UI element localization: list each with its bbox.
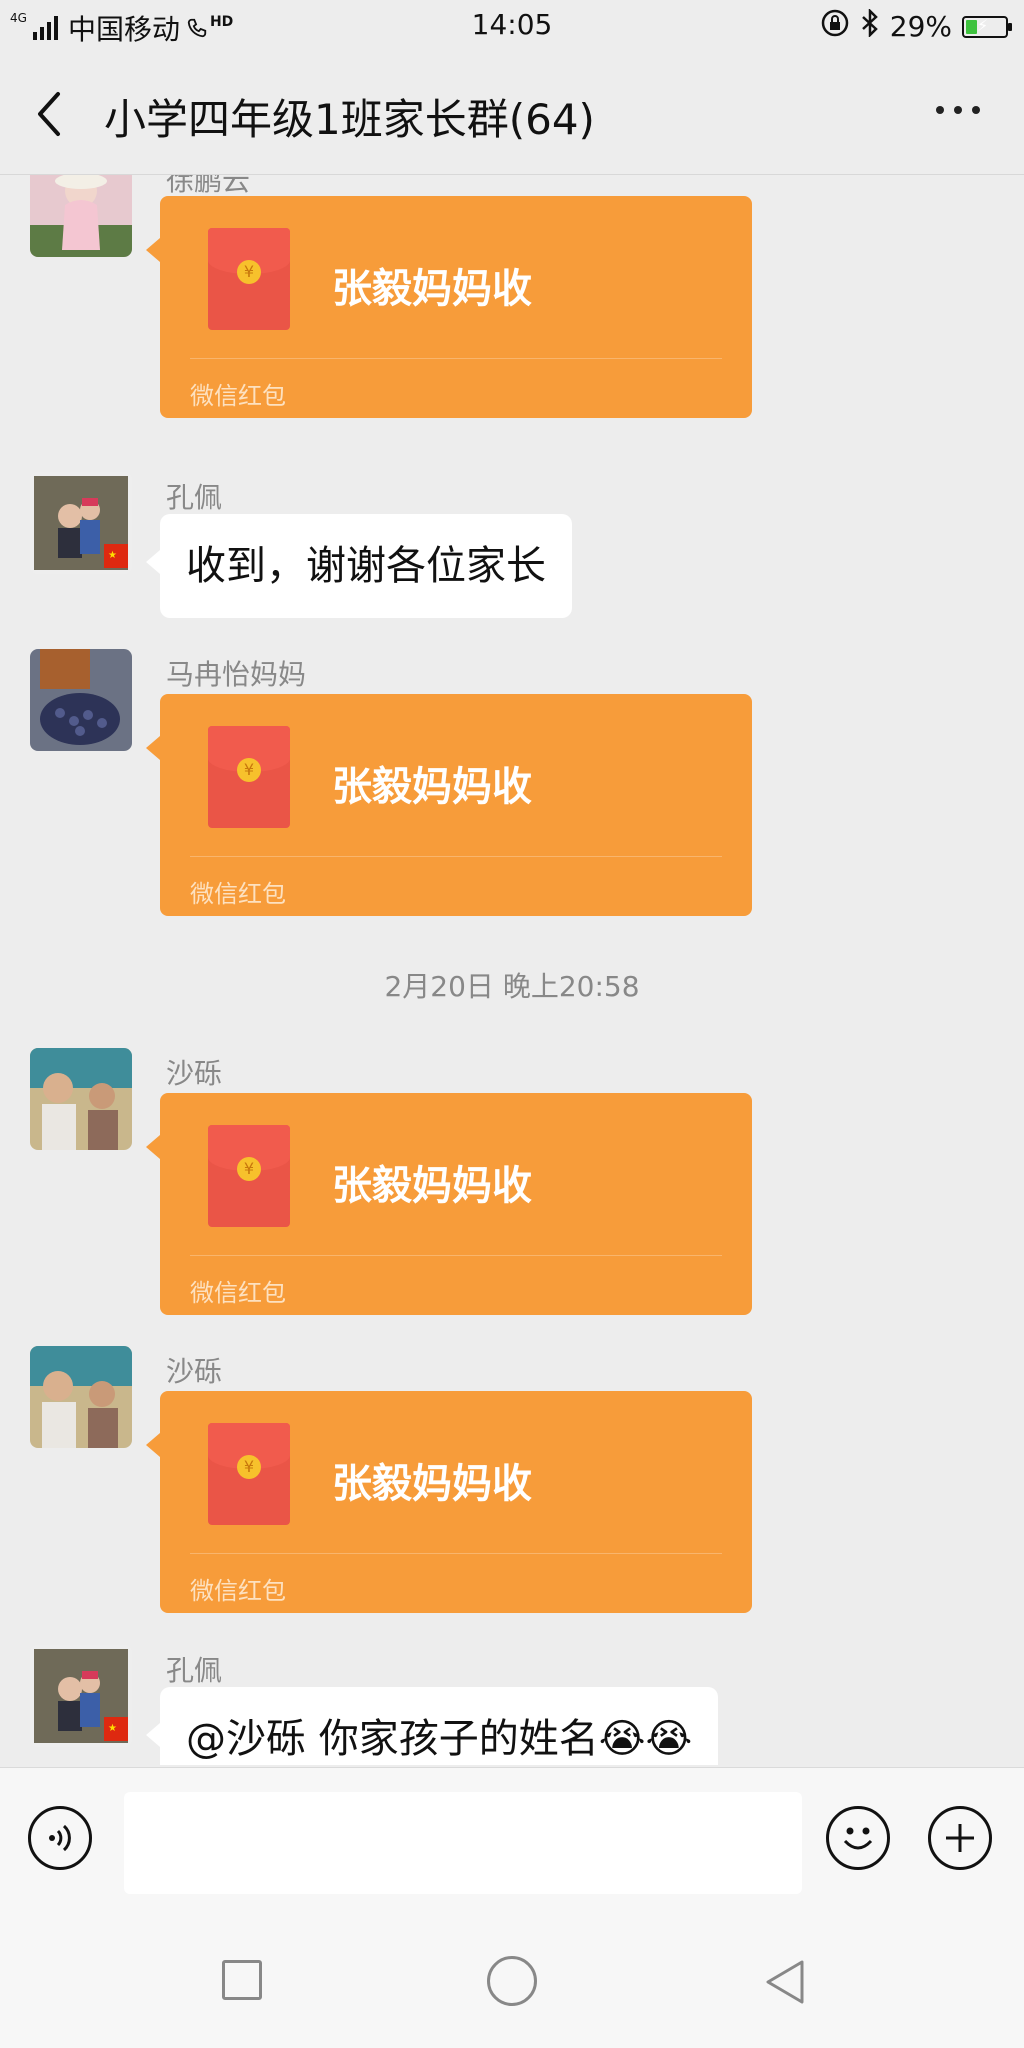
divider	[190, 856, 722, 857]
bluetooth-icon	[860, 7, 880, 44]
red-envelope-icon: ¥	[208, 1125, 290, 1227]
input-bar	[0, 1767, 1024, 1920]
status-bar: 4G 中国移动 HD 14:05 29% ⚡	[0, 0, 1024, 52]
avatar[interactable]: ★	[30, 472, 132, 574]
red-packet-title: 张毅妈妈收	[332, 1461, 532, 1507]
red-packet[interactable]: ¥ 张毅妈妈收 微信红包	[146, 694, 752, 916]
red-packet-label: 微信红包	[190, 382, 286, 410]
home-icon[interactable]	[487, 1956, 537, 2006]
message-item: ★ 孔佩 @沙砾 你家孩子的姓名😭😭	[0, 1645, 1024, 1765]
red-envelope-icon: ¥	[208, 726, 290, 828]
avatar[interactable]	[30, 649, 132, 751]
red-packet-title: 张毅妈妈收	[332, 266, 532, 312]
avatar[interactable]	[30, 175, 132, 257]
message-input[interactable]	[124, 1792, 802, 1894]
battery-percent: 29%	[889, 10, 952, 43]
red-packet-label: 微信红包	[190, 1577, 286, 1605]
avatar[interactable]	[30, 1048, 132, 1150]
divider	[190, 1255, 722, 1256]
chevron-left-icon[interactable]	[34, 90, 64, 138]
sender-name: 马冉怡妈妈	[166, 658, 307, 691]
sender-name: 孔佩	[166, 1654, 223, 1687]
message-bubble[interactable]: @沙砾 你家孩子的姓名😭😭	[145, 1687, 719, 1765]
red-packet-title: 张毅妈妈收	[332, 764, 532, 810]
red-envelope-icon: ¥	[208, 228, 290, 330]
chat-title: 小学四年级1班家长群(64)	[104, 95, 595, 144]
system-nav-bar	[0, 1920, 1024, 2048]
battery-icon: ⚡	[962, 15, 1012, 38]
red-packet-label: 微信红包	[190, 880, 286, 908]
message-item: 沙砾 ¥ 张毅妈妈收 微信红包	[0, 1346, 1024, 1616]
chat-area[interactable]: 徐鹏云 ¥ 张毅妈妈收 微信红包 ★ 孔佩 收到，谢谢各位家长 马冉怡妈妈 ¥ …	[0, 175, 1024, 1765]
red-packet[interactable]: ¥ 张毅妈妈收 微信红包	[146, 1391, 752, 1613]
red-packet[interactable]: ¥ 张毅妈妈收 微信红包	[146, 1093, 752, 1315]
red-packet-title: 张毅妈妈收	[332, 1163, 532, 1209]
sender-name: 沙砾	[166, 1057, 223, 1090]
timestamp: 2月20日 晚上20:58	[384, 970, 640, 1003]
recent-apps-icon[interactable]	[222, 1960, 262, 2000]
avatar[interactable]	[30, 1346, 132, 1448]
sender-name: 沙砾	[166, 1355, 223, 1388]
avatar[interactable]: ★	[30, 1645, 132, 1747]
plus-icon[interactable]	[928, 1806, 992, 1870]
divider	[190, 1553, 722, 1554]
message-item: 马冉怡妈妈 ¥ 张毅妈妈收 微信红包	[0, 649, 1024, 919]
lock-rotation-icon	[820, 8, 850, 45]
message-item: ★ 孔佩 收到，谢谢各位家长	[0, 472, 1024, 622]
chat-header: 小学四年级1班家长群(64)	[0, 52, 1024, 175]
emoji-icon[interactable]	[826, 1806, 890, 1870]
red-packet[interactable]: ¥ 张毅妈妈收 微信红包	[146, 196, 752, 418]
voice-icon[interactable]	[28, 1806, 92, 1870]
message-item: 沙砾 ¥ 张毅妈妈收 微信红包	[0, 1048, 1024, 1318]
more-dots-icon[interactable]	[936, 106, 980, 114]
red-packet-label: 微信红包	[190, 1279, 286, 1307]
message-item: 徐鹏云 ¥ 张毅妈妈收 微信红包	[0, 175, 1024, 425]
svg-text:★: ★	[108, 1723, 117, 1734]
message-bubble[interactable]: 收到，谢谢各位家长	[146, 514, 572, 618]
svg-text:★: ★	[108, 550, 117, 561]
charging-bolt-icon: ⚡	[977, 15, 989, 35]
red-envelope-icon: ¥	[208, 1423, 290, 1525]
divider	[190, 358, 722, 359]
battery-fill	[966, 19, 978, 34]
back-icon[interactable]	[762, 1958, 810, 2006]
sender-name: 孔佩	[166, 481, 223, 514]
